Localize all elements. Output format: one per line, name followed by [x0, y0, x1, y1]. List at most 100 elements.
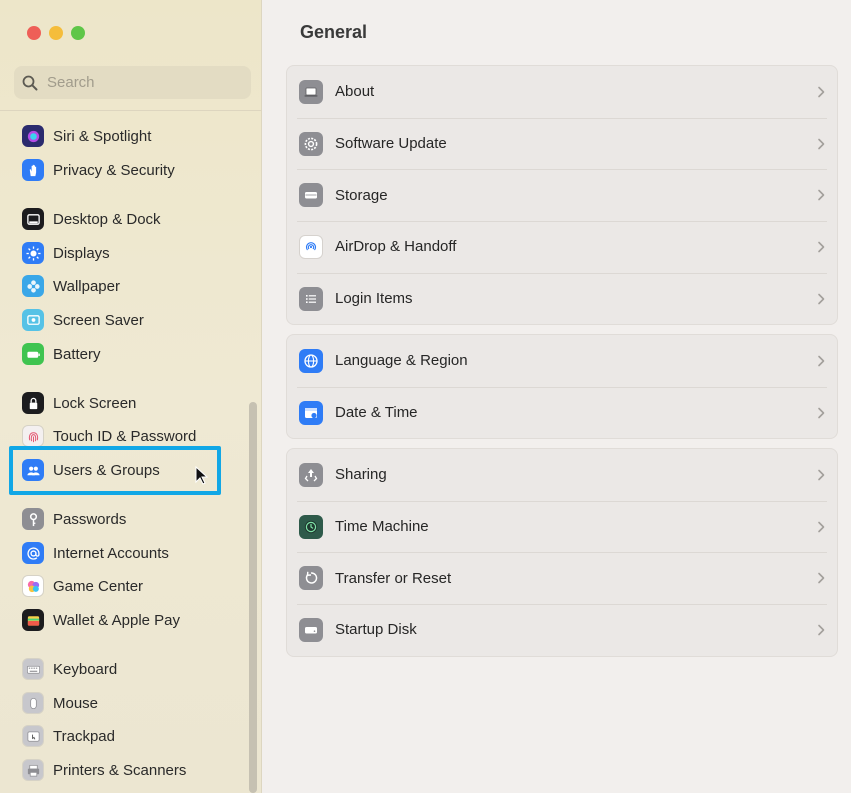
settings-group: About Software Update Storage AirDrop & Han…: [286, 65, 838, 326]
chevron-right-icon: [818, 189, 825, 201]
sidebar-scrollbar[interactable]: [249, 402, 257, 793]
sidebar-item-label: Privacy & Security: [53, 161, 175, 179]
dock-icon: [22, 208, 44, 230]
minimize-window-button[interactable]: [49, 26, 63, 40]
calendar-icon: [299, 400, 323, 425]
chevron-right-icon: [818, 138, 825, 149]
sidebar-item-desktop-and-dock[interactable]: Desktop & Dock: [22, 205, 242, 233]
settings-row-label: Date & Time: [335, 404, 418, 422]
sidebar-item-label: Lock Screen: [53, 394, 137, 412]
system-settings-window: Siri & Spotlight Privacy & Security Deskto…: [0, 0, 851, 793]
settings-group: Language & Region Date & Time: [286, 334, 838, 440]
close-window-button[interactable]: [27, 26, 41, 40]
sun-icon: [22, 242, 44, 264]
settings-row-language-and-region[interactable]: Language & Region: [287, 335, 837, 387]
trackpad-icon: [22, 725, 44, 747]
disk-icon: [299, 617, 323, 642]
chevron-right-icon: [818, 521, 825, 532]
timemachine-icon: [299, 514, 323, 539]
sidebar-item-label: Screen Saver: [53, 311, 144, 329]
sidebar-item-wallet-and-apple-pay[interactable]: Wallet & Apple Pay: [22, 606, 242, 634]
search-input[interactable]: [47, 74, 237, 91]
sidebar-item-label: Wallet & Apple Pay: [53, 611, 181, 629]
sidebar-item-label: Siri & Spotlight: [53, 127, 152, 145]
search-icon: [22, 75, 38, 90]
sidebar-item-label: Desktop & Dock: [53, 210, 161, 228]
chevron-right-icon: [818, 624, 825, 636]
sidebar-item-wallpaper[interactable]: Wallpaper: [22, 272, 242, 300]
airdrop-icon: [299, 234, 323, 259]
settings-row-label: Software Update: [335, 135, 447, 153]
storage-icon: [299, 183, 323, 208]
keyboard-icon: [22, 658, 44, 680]
chevron-right-icon: [818, 86, 825, 98]
sidebar-item-mouse[interactable]: Mouse: [22, 689, 242, 717]
sidebar-item-internet-accounts[interactable]: Internet Accounts: [22, 539, 242, 567]
settings-row-label: Storage: [335, 186, 388, 204]
sidebar-item-label: Trackpad: [53, 727, 115, 745]
chevron-right-icon: [818, 241, 825, 253]
sidebar-item-battery[interactable]: Battery: [22, 340, 242, 368]
key-icon: [22, 508, 44, 530]
sidebar-item-trackpad[interactable]: Trackpad: [22, 722, 242, 750]
gear-icon: [299, 131, 323, 156]
settings-row-label: AirDrop & Handoff: [335, 238, 457, 256]
at-icon: [22, 542, 44, 564]
screensaver-icon: [22, 309, 44, 331]
selection-highlight-box: [9, 446, 221, 495]
sidebar-item-label: Keyboard: [53, 660, 118, 678]
settings-row-label: Sharing: [335, 466, 387, 484]
sidebar-item-label: Touch ID & Password: [53, 427, 197, 445]
settings-row-storage[interactable]: Storage: [287, 169, 837, 221]
traffic-lights: [27, 26, 85, 40]
laptop-icon: [299, 79, 323, 104]
sidebar-item-screen-saver[interactable]: Screen Saver: [22, 306, 242, 334]
settings-row-sharing[interactable]: Sharing: [287, 449, 837, 501]
sharing-icon: [299, 462, 323, 487]
sidebar-item-game-center[interactable]: Game Center: [22, 572, 242, 600]
chevron-right-icon: [818, 293, 825, 304]
sidebar-item-keyboard[interactable]: Keyboard: [22, 655, 242, 683]
list-icon: [299, 286, 323, 311]
sidebar-item-label: Battery: [53, 345, 101, 363]
chevron-right-icon: [818, 407, 825, 418]
sidebar-item-label: Internet Accounts: [53, 544, 169, 562]
settings-row-about[interactable]: About: [287, 66, 837, 118]
printer-icon: [22, 759, 44, 781]
sidebar-item-displays[interactable]: Displays: [22, 239, 242, 267]
sidebar-item-siri-and-spotlight[interactable]: Siri & Spotlight: [22, 122, 242, 150]
sidebar-item-label: Mouse: [53, 694, 99, 712]
wallet-icon: [22, 609, 44, 631]
sidebar-item-lock-screen[interactable]: Lock Screen: [22, 389, 242, 417]
settings-row-date-and-time[interactable]: Date & Time: [287, 386, 837, 439]
settings-row-transfer-or-reset[interactable]: Transfer or Reset: [287, 552, 837, 604]
mouse-icon: [22, 692, 44, 714]
siri-icon: [22, 125, 44, 147]
gamecenter-icon: [22, 575, 44, 597]
globe-icon: [299, 348, 323, 373]
settings-row-label: Transfer or Reset: [335, 569, 452, 587]
settings-row-label: About: [335, 83, 375, 101]
sidebar-item-printers-and-scanners[interactable]: Printers & Scanners: [22, 756, 242, 784]
lock-icon: [22, 392, 44, 414]
reset-icon: [299, 566, 323, 591]
sidebar-item-label: Displays: [53, 244, 110, 262]
settings-row-software-update[interactable]: Software Update: [287, 117, 837, 170]
settings-row-time-machine[interactable]: Time Machine: [287, 500, 837, 553]
settings-row-label: Login Items: [335, 290, 413, 308]
chevron-right-icon: [818, 355, 825, 367]
sidebar-item-label: Game Center: [53, 577, 144, 595]
chevron-right-icon: [818, 469, 825, 481]
sidebar-item-privacy-and-security[interactable]: Privacy & Security: [22, 156, 242, 184]
settings-row-startup-disk[interactable]: Startup Disk: [287, 604, 837, 656]
search-field[interactable]: [14, 66, 251, 99]
zoom-window-button[interactable]: [71, 26, 85, 40]
settings-row-login-items[interactable]: Login Items: [287, 272, 837, 325]
sidebar-divider: [0, 110, 262, 111]
sidebar-item-passwords[interactable]: Passwords: [22, 505, 242, 533]
sidebar: Siri & Spotlight Privacy & Security Deskto…: [0, 0, 262, 793]
sidebar-item-label: Printers & Scanners: [53, 761, 187, 779]
settings-row-airdrop-and-handoff[interactable]: AirDrop & Handoff: [287, 221, 837, 273]
sidebar-item-label: Wallpaper: [53, 277, 120, 295]
hand-icon: [22, 159, 44, 181]
